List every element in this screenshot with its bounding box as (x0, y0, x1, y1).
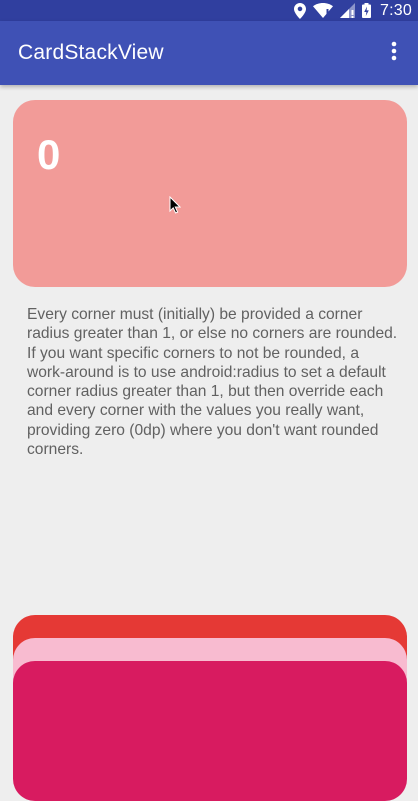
app-bar: CardStackView (0, 21, 418, 85)
battery-icon (362, 3, 372, 18)
description-text: Every corner must (initially) be provide… (27, 306, 398, 459)
overflow-menu-button[interactable] (378, 33, 410, 73)
mouse-pointer-icon (169, 195, 182, 219)
card-number: 0 (37, 131, 61, 178)
status-icons: 7:30 (294, 0, 412, 21)
status-bar: 7:30 (0, 0, 418, 21)
wifi-icon (313, 3, 334, 18)
signal-icon (340, 3, 356, 18)
app-title: CardStackView (18, 41, 164, 64)
status-time: 7:30 (380, 1, 412, 19)
location-icon (294, 2, 307, 19)
stack-card[interactable] (13, 661, 407, 801)
more-vert-icon (391, 41, 397, 66)
top-card[interactable]: 0 (13, 100, 407, 287)
